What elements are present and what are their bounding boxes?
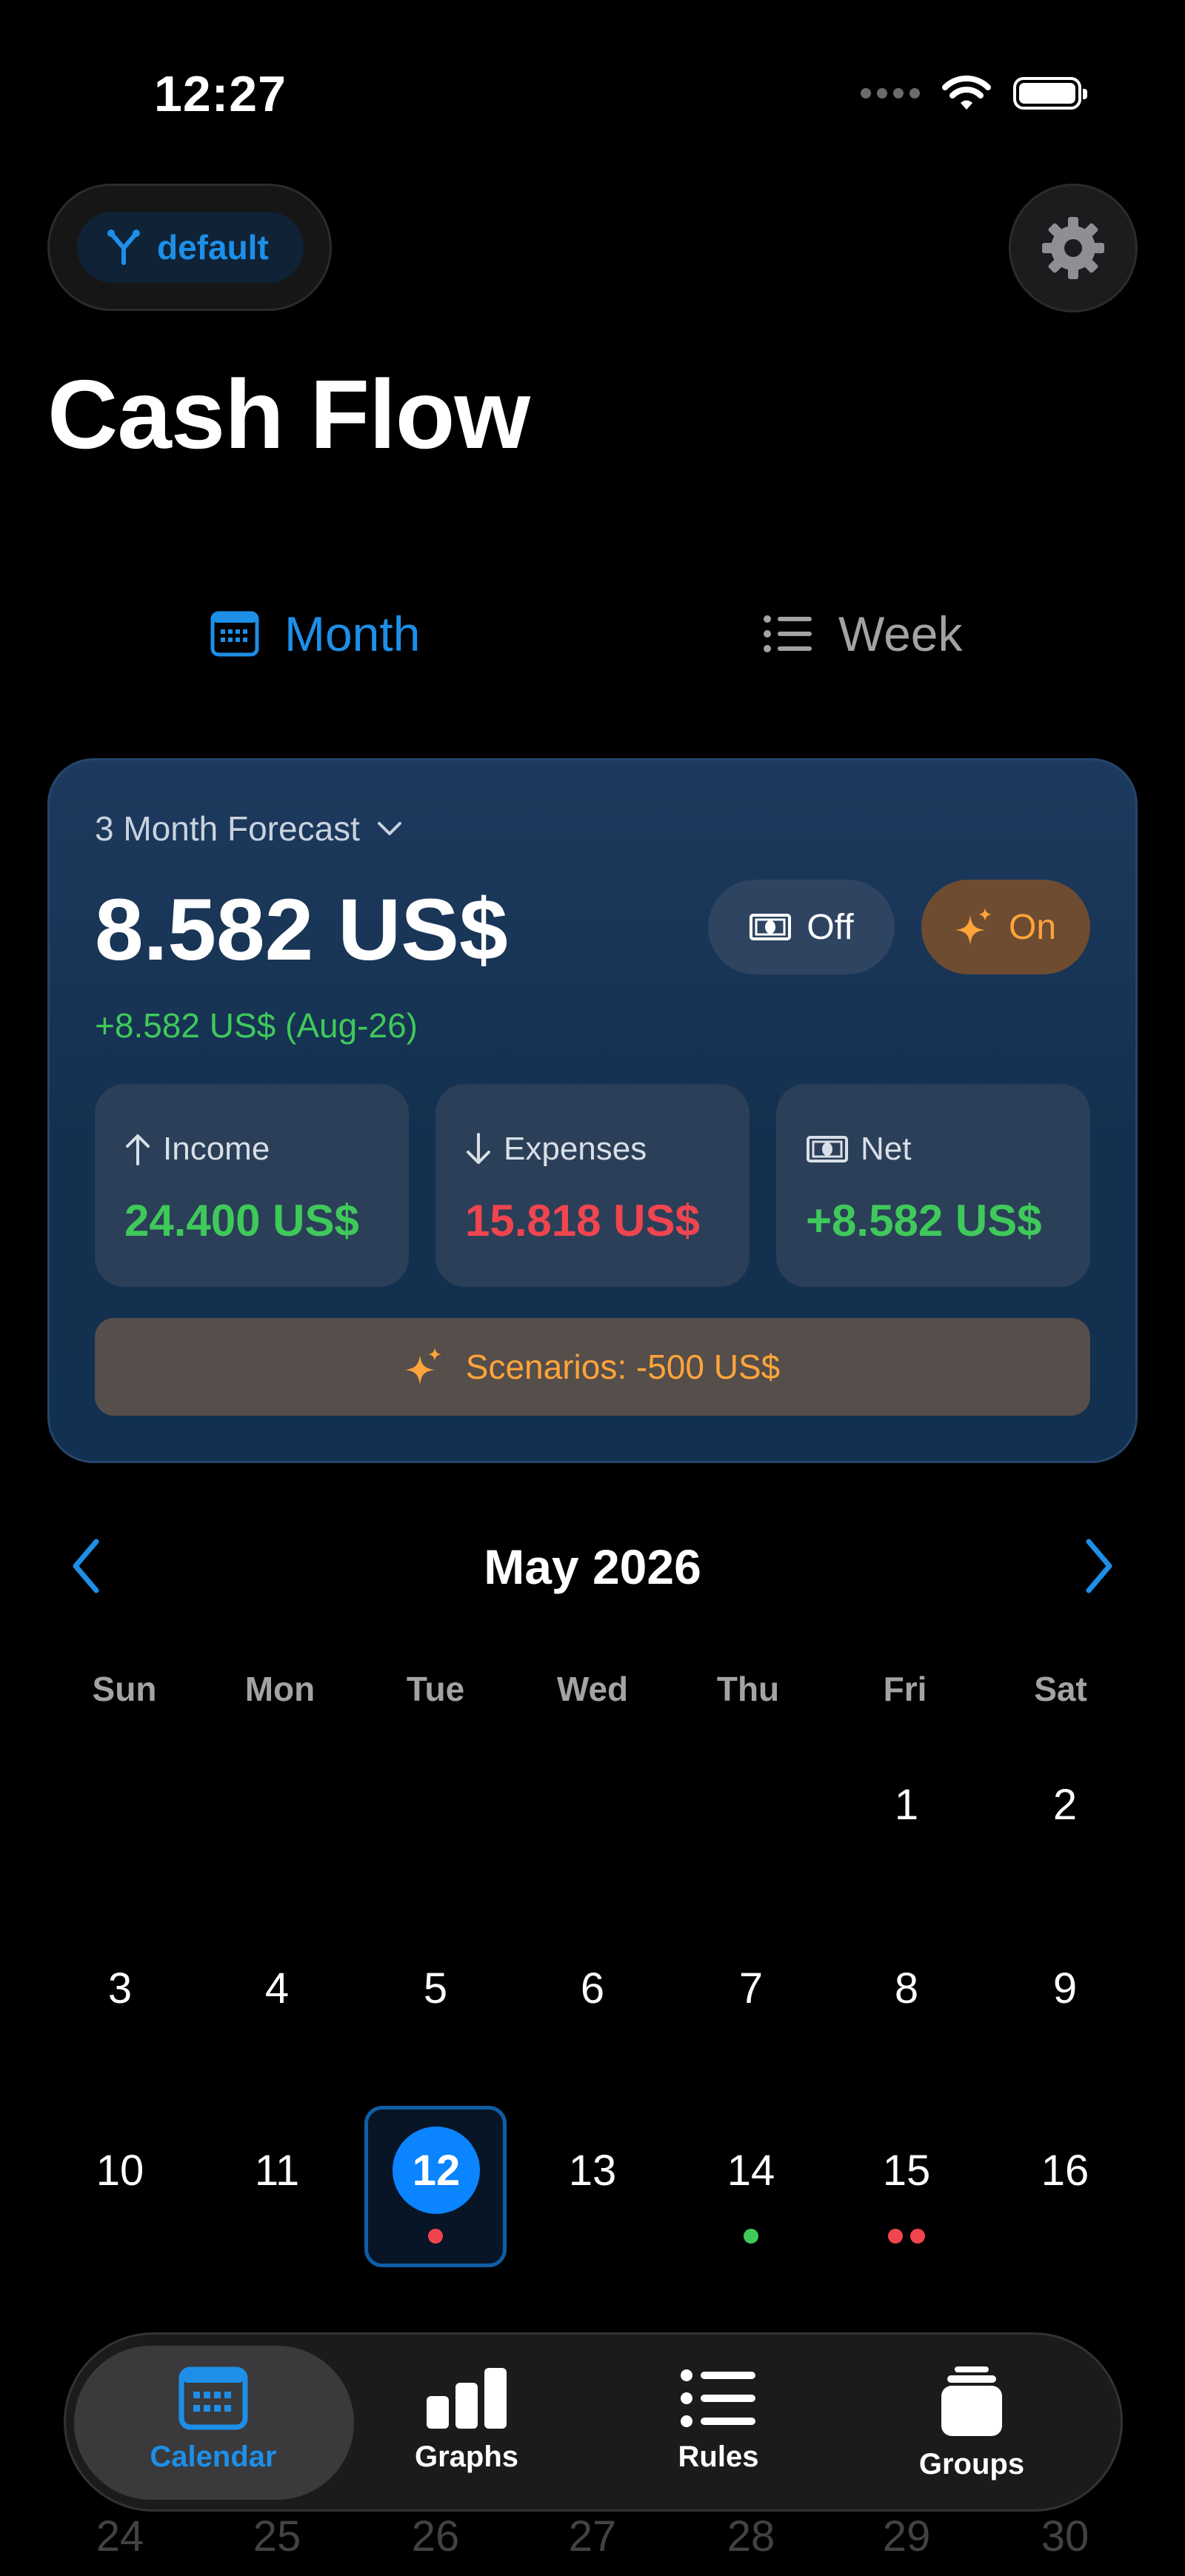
calendar-day[interactable]: 3 — [41, 1964, 198, 2013]
tab-rules-label: Rules — [678, 2440, 759, 2473]
calendar-day[interactable]: 29 — [828, 2512, 985, 2561]
calendar-day[interactable]: 5 — [357, 1964, 514, 2013]
tab-graphs[interactable]: Graphs — [356, 2366, 578, 2474]
tab-month[interactable]: Month — [210, 606, 420, 662]
branch-icon — [107, 230, 140, 265]
month-title: May 2026 — [484, 1539, 701, 1594]
expenses-value: 15.818 US$ — [465, 1196, 700, 1245]
weekday-wed: Wed — [556, 1670, 629, 1708]
status-icons — [861, 74, 1087, 113]
calendar-day[interactable]: 15 — [828, 2146, 985, 2195]
calendar-day[interactable]: 28 — [672, 2512, 830, 2561]
tab-month-label: Month — [284, 606, 421, 661]
expense-marker — [888, 2229, 903, 2244]
tab-week[interactable]: Week — [763, 606, 963, 662]
tab-rules[interactable]: Rules — [607, 2366, 830, 2474]
sparkles-icon — [955, 908, 992, 945]
weekday-thu: Thu — [716, 1670, 780, 1708]
weekday-mon: Mon — [244, 1670, 316, 1708]
calendar-day[interactable]: 27 — [514, 2512, 671, 2561]
net-card: Net +8.582 US$ — [776, 1084, 1090, 1287]
calendar-icon — [210, 611, 259, 657]
scenarios-button[interactable]: Scenarios: -500 US$ — [95, 1318, 1090, 1416]
net-value: +8.582 US$ — [806, 1196, 1042, 1245]
page-title: Cash Flow — [47, 360, 530, 469]
sparkles-icon — [404, 1348, 441, 1385]
tab-calendar-label: Calendar — [150, 2440, 277, 2473]
weekday-sun: Sun — [92, 1670, 157, 1708]
arrow-up-icon — [126, 1134, 150, 1165]
scenarios-on-label: On — [1008, 907, 1057, 947]
cellular-signal-icon — [861, 88, 920, 98]
calendar-day[interactable]: 2 — [987, 1780, 1144, 1830]
settings-button[interactable] — [1009, 184, 1138, 312]
branch-selector-button[interactable]: default — [77, 212, 304, 283]
tab-groups[interactable]: Groups — [861, 2366, 1083, 2481]
day-12-markers — [357, 2229, 514, 2244]
list-icon — [681, 2369, 755, 2427]
calendar-day[interactable]: 14 — [672, 2146, 830, 2195]
calendar-day[interactable]: 16 — [987, 2146, 1144, 2195]
banknote-icon — [807, 1136, 848, 1162]
wifi-icon — [942, 76, 991, 110]
calendar-day[interactable]: 8 — [828, 1964, 985, 2013]
income-label: Income — [163, 1131, 270, 1167]
calendar-day[interactable]: 25 — [198, 2512, 356, 2561]
scenarios-on-button[interactable]: On — [921, 880, 1090, 974]
calendar-day[interactable]: 13 — [514, 2146, 671, 2195]
net-label: Net — [861, 1131, 912, 1167]
calendar-day[interactable]: 4 — [198, 1964, 356, 2013]
weekday-sat: Sat — [1034, 1670, 1087, 1708]
calendar-day[interactable]: 9 — [987, 1964, 1144, 2013]
forecast-amount: 8.582 US$ — [95, 881, 508, 979]
forecast-period-label: 3 Month Forecast — [95, 809, 360, 848]
expenses-card: Expenses 15.818 US$ — [435, 1084, 750, 1287]
calendar-day[interactable]: 30 — [987, 2512, 1144, 2561]
income-card: Income 24.400 US$ — [95, 1084, 409, 1287]
next-month-button[interactable] — [1077, 1533, 1121, 1599]
scenarios-off-button[interactable]: Off — [708, 880, 895, 974]
stack-icon — [941, 2366, 1002, 2436]
calendar-day[interactable]: 6 — [514, 1964, 671, 2013]
banknote-icon — [750, 914, 792, 940]
expense-marker — [910, 2229, 925, 2244]
tab-graphs-label: Graphs — [414, 2440, 519, 2473]
branch-label: default — [157, 228, 269, 267]
status-time: 12:27 — [154, 66, 287, 122]
weekday-fri: Fri — [883, 1670, 927, 1708]
calendar-day[interactable]: 7 — [672, 1964, 830, 2013]
tab-calendar[interactable]: Calendar — [102, 2366, 324, 2474]
calendar-day[interactable]: 24 — [41, 2512, 198, 2561]
forecast-period-dropdown[interactable]: 3 Month Forecast — [95, 809, 404, 849]
weekday-tue: Tue — [406, 1670, 465, 1708]
battery-icon — [1013, 77, 1087, 110]
day-14-markers — [672, 2229, 830, 2244]
expenses-label: Expenses — [504, 1131, 647, 1167]
income-value: 24.400 US$ — [124, 1196, 359, 1245]
calendar-day[interactable]: 1 — [828, 1780, 985, 1830]
forecast-delta: +8.582 US$ (Aug-26) — [95, 1006, 418, 1045]
calendar-day[interactable]: 11 — [198, 2146, 356, 2195]
list-icon — [764, 615, 812, 652]
calendar-icon — [178, 2366, 248, 2430]
bar-chart-icon — [427, 2368, 507, 2429]
day-15-markers — [828, 2229, 985, 2244]
chevron-down-icon — [377, 822, 401, 835]
income-marker — [744, 2229, 758, 2244]
tab-week-label: Week — [838, 606, 963, 661]
selected-day[interactable]: 12 — [393, 2127, 480, 2214]
gear-icon — [1042, 217, 1104, 279]
calendar-day[interactable]: 10 — [41, 2146, 198, 2195]
calendar-day[interactable]: 26 — [357, 2512, 514, 2561]
tab-groups-label: Groups — [918, 2448, 1025, 2480]
expense-marker — [428, 2229, 443, 2244]
scenarios-off-label: Off — [807, 907, 854, 947]
scenarios-label: Scenarios: -500 US$ — [465, 1348, 781, 1386]
arrow-down-icon — [467, 1133, 490, 1164]
